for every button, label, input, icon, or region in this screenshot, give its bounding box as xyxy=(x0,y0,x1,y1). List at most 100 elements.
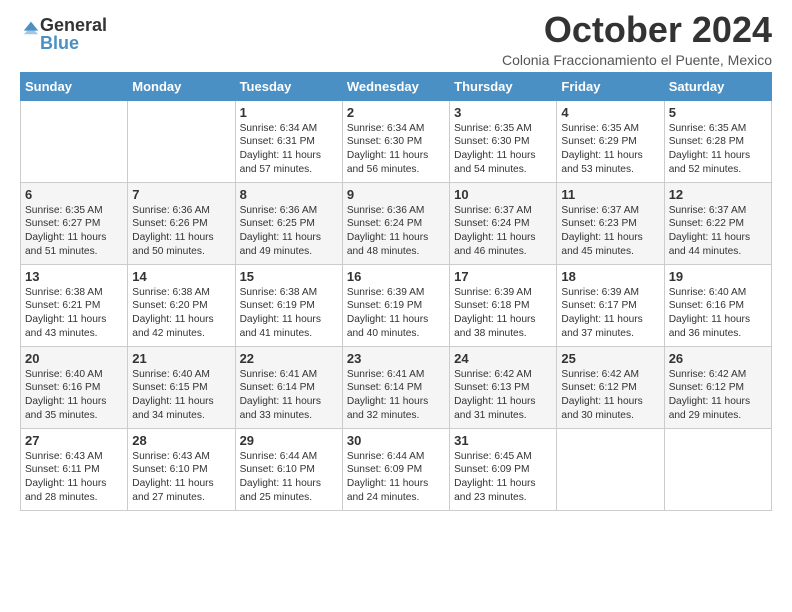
day-content: Sunrise: 6:43 AMSunset: 6:11 PMDaylight:… xyxy=(25,450,123,505)
calendar-cell: 1 Sunrise: 6:34 AMSunset: 6:31 PMDaylight… xyxy=(235,100,342,182)
day-content: Sunrise: 6:35 AMSunset: 6:28 PMDaylight:… xyxy=(669,122,767,177)
day-content: Sunrise: 6:38 AMSunset: 6:19 PMDaylight:… xyxy=(240,286,338,341)
day-number: 28 xyxy=(132,433,230,448)
day-number: 8 xyxy=(240,187,338,202)
day-number: 10 xyxy=(454,187,552,202)
calendar-cell: 4 Sunrise: 6:35 AMSunset: 6:29 PMDaylight… xyxy=(557,100,664,182)
calendar-cell: 6 Sunrise: 6:35 AMSunset: 6:27 PMDaylight… xyxy=(21,182,128,264)
day-content: Sunrise: 6:34 AMSunset: 6:31 PMDaylight:… xyxy=(240,122,338,177)
day-content: Sunrise: 6:35 AMSunset: 6:29 PMDaylight:… xyxy=(561,122,659,177)
calendar-cell xyxy=(557,428,664,510)
weekday-header-monday: Monday xyxy=(128,72,235,100)
calendar-cell: 14Sunrise: 6:38 AMSunset: 6:20 PMDayligh… xyxy=(128,264,235,346)
calendar-cell: 26 Sunrise: 6:42 AMSunset: 6:12 PMDayligh… xyxy=(664,346,771,428)
logo: General Blue xyxy=(20,16,107,52)
calendar-cell: 13Sunrise: 6:38 AMSunset: 6:21 PMDayligh… xyxy=(21,264,128,346)
day-content: Sunrise: 6:34 AMSunset: 6:30 PMDaylight:… xyxy=(347,122,445,177)
day-content: Sunrise: 6:36 AMSunset: 6:24 PMDaylight:… xyxy=(347,204,445,259)
calendar-cell: 29 Sunrise: 6:44 AMSunset: 6:10 PMDayligh… xyxy=(235,428,342,510)
calendar-cell: 30 Sunrise: 6:44 AMSunset: 6:09 PMDayligh… xyxy=(342,428,449,510)
location-subtitle: Colonia Fraccionamiento el Puente, Mexic… xyxy=(502,52,772,68)
day-content: Sunrise: 6:42 AMSunset: 6:13 PMDaylight:… xyxy=(454,368,552,423)
day-number: 11 xyxy=(561,187,659,202)
calendar-cell xyxy=(664,428,771,510)
calendar-cell: 18 Sunrise: 6:39 AMSunset: 6:17 PMDayligh… xyxy=(557,264,664,346)
calendar-cell: 21Sunrise: 6:40 AMSunset: 6:15 PMDayligh… xyxy=(128,346,235,428)
calendar-table: SundayMondayTuesdayWednesdayThursdayFrid… xyxy=(20,72,772,511)
title-block: October 2024 Colonia Fraccionamiento el … xyxy=(502,10,772,68)
calendar-cell: 5 Sunrise: 6:35 AMSunset: 6:28 PMDaylight… xyxy=(664,100,771,182)
day-content: Sunrise: 6:42 AMSunset: 6:12 PMDaylight:… xyxy=(669,368,767,423)
calendar-cell: 25 Sunrise: 6:42 AMSunset: 6:12 PMDayligh… xyxy=(557,346,664,428)
weekday-header-row: SundayMondayTuesdayWednesdayThursdayFrid… xyxy=(21,72,772,100)
calendar-body: 1 Sunrise: 6:34 AMSunset: 6:31 PMDaylight… xyxy=(21,100,772,510)
logo-text: General Blue xyxy=(40,16,107,52)
calendar-cell: 16Sunrise: 6:39 AMSunset: 6:19 PMDayligh… xyxy=(342,264,449,346)
calendar-cell: 2 Sunrise: 6:34 AMSunset: 6:30 PMDaylight… xyxy=(342,100,449,182)
day-content: Sunrise: 6:45 AMSunset: 6:09 PMDaylight:… xyxy=(454,450,552,505)
day-number: 2 xyxy=(347,105,445,120)
day-number: 4 xyxy=(561,105,659,120)
day-number: 23 xyxy=(347,351,445,366)
calendar-cell: 31 Sunrise: 6:45 AMSunset: 6:09 PMDayligh… xyxy=(450,428,557,510)
day-number: 14 xyxy=(132,269,230,284)
day-content: Sunrise: 6:40 AMSunset: 6:16 PMDaylight:… xyxy=(25,368,123,423)
calendar-cell: 24Sunrise: 6:42 AMSunset: 6:13 PMDayligh… xyxy=(450,346,557,428)
calendar-cell: 23 Sunrise: 6:41 AMSunset: 6:14 PMDayligh… xyxy=(342,346,449,428)
day-content: Sunrise: 6:37 AMSunset: 6:24 PMDaylight:… xyxy=(454,204,552,259)
weekday-header-wednesday: Wednesday xyxy=(342,72,449,100)
calendar-cell: 11Sunrise: 6:37 AMSunset: 6:23 PMDayligh… xyxy=(557,182,664,264)
day-number: 6 xyxy=(25,187,123,202)
day-number: 5 xyxy=(669,105,767,120)
calendar-cell: 12 Sunrise: 6:37 AMSunset: 6:22 PMDayligh… xyxy=(664,182,771,264)
day-content: Sunrise: 6:44 AMSunset: 6:10 PMDaylight:… xyxy=(240,450,338,505)
day-number: 30 xyxy=(347,433,445,448)
logo-blue: Blue xyxy=(40,34,107,52)
day-content: Sunrise: 6:36 AMSunset: 6:26 PMDaylight:… xyxy=(132,204,230,259)
day-number: 19 xyxy=(669,269,767,284)
calendar-cell: 15 Sunrise: 6:38 AMSunset: 6:19 PMDayligh… xyxy=(235,264,342,346)
day-number: 31 xyxy=(454,433,552,448)
day-number: 27 xyxy=(25,433,123,448)
calendar-header: SundayMondayTuesdayWednesdayThursdayFrid… xyxy=(21,72,772,100)
weekday-header-tuesday: Tuesday xyxy=(235,72,342,100)
day-content: Sunrise: 6:43 AMSunset: 6:10 PMDaylight:… xyxy=(132,450,230,505)
day-content: Sunrise: 6:42 AMSunset: 6:12 PMDaylight:… xyxy=(561,368,659,423)
day-number: 12 xyxy=(669,187,767,202)
calendar-cell: 22 Sunrise: 6:41 AMSunset: 6:14 PMDayligh… xyxy=(235,346,342,428)
day-number: 3 xyxy=(454,105,552,120)
day-content: Sunrise: 6:39 AMSunset: 6:17 PMDaylight:… xyxy=(561,286,659,341)
month-title: October 2024 xyxy=(502,10,772,50)
logo-general: General xyxy=(40,16,107,34)
day-number: 22 xyxy=(240,351,338,366)
day-number: 1 xyxy=(240,105,338,120)
day-number: 15 xyxy=(240,269,338,284)
day-content: Sunrise: 6:40 AMSunset: 6:16 PMDaylight:… xyxy=(669,286,767,341)
day-number: 29 xyxy=(240,433,338,448)
calendar-cell: 8 Sunrise: 6:36 AMSunset: 6:25 PMDaylight… xyxy=(235,182,342,264)
calendar-cell xyxy=(21,100,128,182)
day-number: 25 xyxy=(561,351,659,366)
calendar-cell: 27 Sunrise: 6:43 AMSunset: 6:11 PMDayligh… xyxy=(21,428,128,510)
calendar-cell: 17Sunrise: 6:39 AMSunset: 6:18 PMDayligh… xyxy=(450,264,557,346)
calendar-week-5: 27 Sunrise: 6:43 AMSunset: 6:11 PMDayligh… xyxy=(21,428,772,510)
calendar-week-2: 6 Sunrise: 6:35 AMSunset: 6:27 PMDaylight… xyxy=(21,182,772,264)
day-content: Sunrise: 6:44 AMSunset: 6:09 PMDaylight:… xyxy=(347,450,445,505)
day-content: Sunrise: 6:35 AMSunset: 6:27 PMDaylight:… xyxy=(25,204,123,259)
calendar-cell: 10 Sunrise: 6:37 AMSunset: 6:24 PMDayligh… xyxy=(450,182,557,264)
day-content: Sunrise: 6:41 AMSunset: 6:14 PMDaylight:… xyxy=(347,368,445,423)
day-content: Sunrise: 6:36 AMSunset: 6:25 PMDaylight:… xyxy=(240,204,338,259)
day-number: 9 xyxy=(347,187,445,202)
day-number: 26 xyxy=(669,351,767,366)
calendar-cell: 20 Sunrise: 6:40 AMSunset: 6:16 PMDayligh… xyxy=(21,346,128,428)
day-number: 13 xyxy=(25,269,123,284)
logo-icon xyxy=(22,18,40,36)
day-number: 7 xyxy=(132,187,230,202)
calendar-cell: 9 Sunrise: 6:36 AMSunset: 6:24 PMDaylight… xyxy=(342,182,449,264)
day-number: 16 xyxy=(347,269,445,284)
calendar-cell: 28 Sunrise: 6:43 AMSunset: 6:10 PMDayligh… xyxy=(128,428,235,510)
day-number: 20 xyxy=(25,351,123,366)
day-content: Sunrise: 6:37 AMSunset: 6:22 PMDaylight:… xyxy=(669,204,767,259)
day-content: Sunrise: 6:41 AMSunset: 6:14 PMDaylight:… xyxy=(240,368,338,423)
day-number: 18 xyxy=(561,269,659,284)
